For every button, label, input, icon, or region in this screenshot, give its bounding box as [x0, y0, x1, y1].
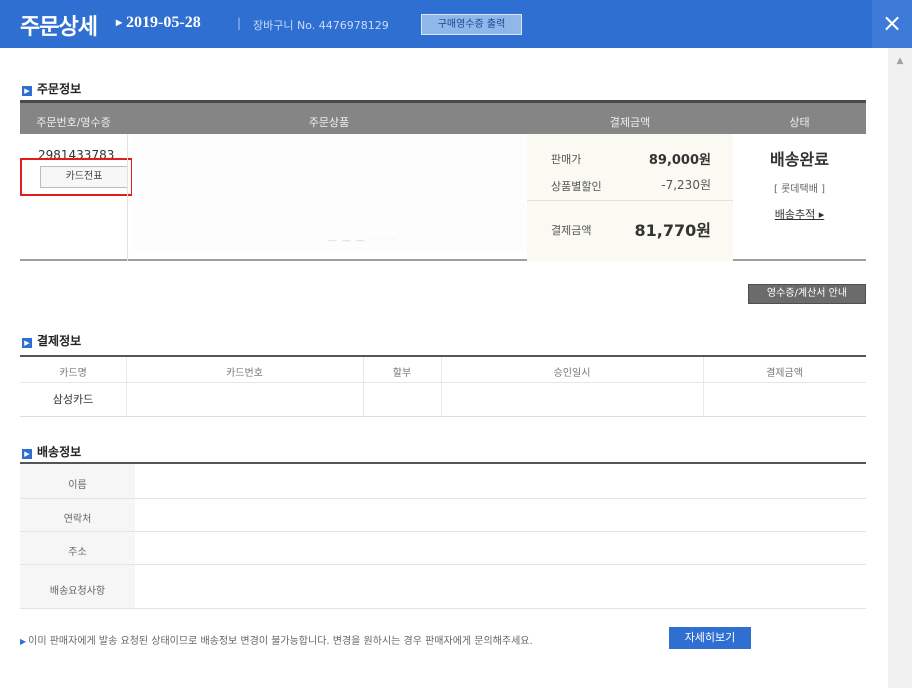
order-table-row: 2981433783 카드전표 — — — · · · · 판매가 89,000… [20, 134, 866, 261]
order-table-header: 주문번호/영수증 주문상품 결제금액 상태 [20, 100, 866, 134]
delivery-table: 이름 연락처 주소 배송요청사항 [20, 462, 866, 609]
product-faint-text: — — — · · · · [328, 236, 397, 246]
order-info-title: ▶ 주문정보 [22, 80, 81, 97]
column-order-number: 주문번호/영수증 [36, 116, 111, 129]
close-icon[interactable]: × [872, 0, 912, 48]
column-payment-amount: 결제금액 [609, 116, 651, 129]
courier-name: [ 롯데택배 ] [774, 184, 825, 195]
order-info-title-text: 주문정보 [37, 82, 82, 96]
price-value: 89,000원 [648, 153, 711, 168]
card-name: 삼성카드 [52, 393, 94, 406]
delivery-notice: ▶ 이미 판매자에게 발송 요청된 상태이므로 배송정보 변경이 불가능합니다. … [20, 632, 533, 647]
status-cell: 배송완료 [ 롯데택배 ] 배송추적 ▸ [733, 134, 866, 261]
column-installment: 할부 [392, 368, 412, 379]
header-separator: | [237, 16, 242, 30]
section-bullet-icon: ▶ [22, 449, 32, 459]
row-divider [20, 498, 866, 499]
column-divider [703, 357, 704, 417]
highlight-box [20, 158, 133, 196]
column-product: 주문상품 [308, 116, 350, 129]
modal-header: 주문상세 ▸ 2019-05-28 | 장바구니 No. 4476978129 구… [0, 0, 912, 48]
chevron-right-icon: ▸ [116, 15, 123, 29]
payment-info-title-text: 결제정보 [37, 334, 82, 348]
label-delivery-request: 배송요청사항 [49, 586, 106, 597]
payment-table: 카드명 카드번호 할부 승인일시 결제금액 삼성카드 [20, 355, 866, 417]
label-phone: 연락처 [63, 514, 92, 525]
delivery-value-column [135, 464, 800, 609]
order-date: ▸ 2019-05-28 [116, 14, 201, 32]
notice-text: 이미 판매자에게 발송 요청된 상태이므로 배송정보 변경이 불가능합니다. 변… [28, 636, 533, 647]
discount-value: -7,230원 [661, 178, 711, 192]
scroll-up-icon[interactable]: ▲ [888, 56, 912, 66]
view-details-button[interactable]: 자세히보기 [669, 627, 751, 649]
order-date-value: 2019-05-28 [126, 14, 201, 31]
section-bullet-icon: ▶ [22, 338, 32, 348]
page-title: 주문상세 [20, 15, 98, 40]
column-divider [441, 357, 442, 417]
column-divider [127, 134, 128, 261]
label-name: 이름 [68, 480, 87, 491]
column-amount: 결제금액 [766, 368, 803, 379]
track-delivery-link[interactable]: 배송추적 ▸ [733, 206, 866, 222]
payment-table-header: 카드명 카드번호 할부 승인일시 결제금액 [20, 357, 866, 383]
payment-info-title: ▶ 결제정보 [22, 332, 81, 349]
notice-arrow-icon: ▶ [20, 637, 27, 646]
row-divider [20, 564, 866, 565]
label-address: 주소 [68, 547, 87, 558]
column-divider [126, 357, 127, 417]
print-receipt-button[interactable]: 구매영수증 출력 [421, 14, 522, 35]
column-card-name: 카드명 [59, 368, 87, 379]
receipt-guide-button[interactable]: 영수증/계산서 안내 [748, 284, 866, 304]
total-label: 결제금액 [551, 224, 592, 237]
row-divider [20, 531, 866, 532]
total-row: 결제금액 81,770원 [551, 221, 721, 240]
column-card-number: 카드번호 [226, 368, 263, 379]
payment-cell: 판매가 89,000원 상품별할인 -7,230원 결제금액 81,770원 [527, 134, 733, 261]
cart-number: 장바구니 No. 4476978129 [253, 19, 389, 32]
row-divider [20, 608, 866, 609]
vertical-scrollbar[interactable]: ▲ [888, 48, 912, 688]
delivery-info-title-text: 배송정보 [37, 445, 82, 459]
column-approval-date: 승인일시 [553, 368, 591, 379]
payment-divider [527, 200, 733, 201]
price-row: 판매가 89,000원 [551, 151, 721, 168]
product-cell: — — — · · · · [132, 134, 526, 251]
price-label: 판매가 [551, 153, 582, 166]
section-bullet-icon: ▶ [22, 86, 32, 96]
delivery-info-title: ▶ 배송정보 [22, 443, 81, 460]
discount-label: 상품별할인 [551, 180, 602, 193]
column-divider [363, 357, 364, 417]
discount-row: 상품별할인 -7,230원 [551, 178, 721, 194]
delivery-status: 배송완료 [770, 150, 829, 169]
total-value: 81,770원 [634, 221, 711, 240]
column-status: 상태 [789, 116, 810, 129]
